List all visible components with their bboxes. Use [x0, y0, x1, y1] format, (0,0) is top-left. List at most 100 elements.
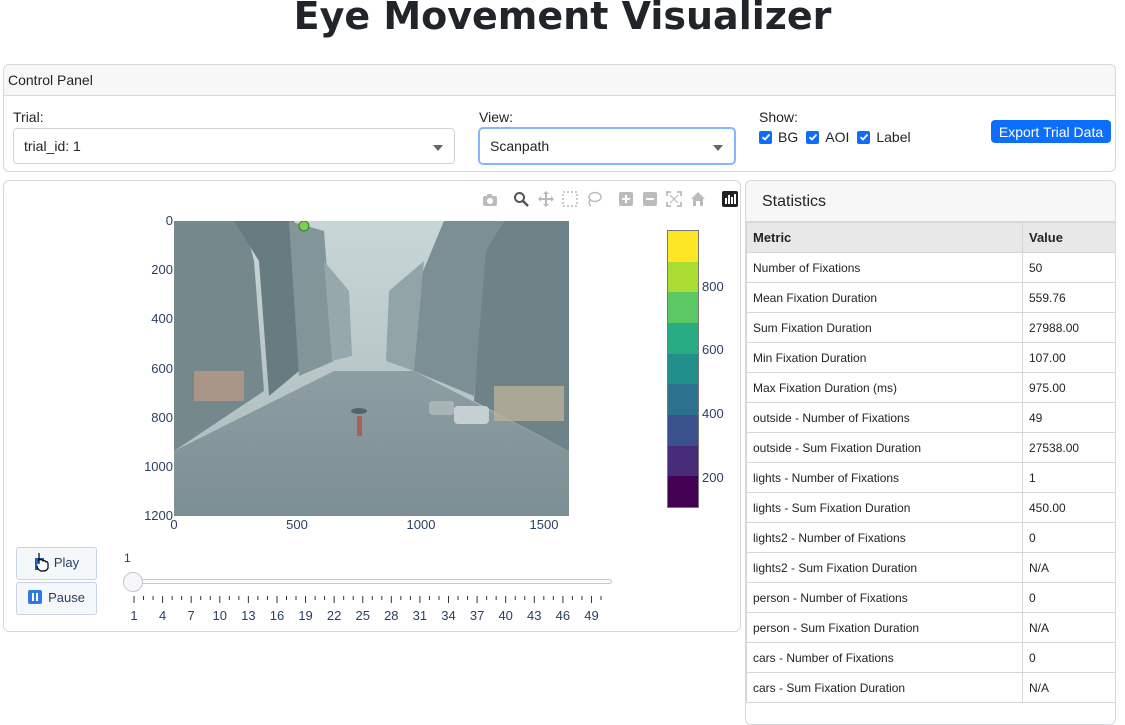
- pause-label: Pause: [48, 589, 85, 605]
- slider-step-label[interactable]: 1: [119, 608, 149, 623]
- frame-slider-handle[interactable]: [123, 572, 143, 592]
- metric-cell: outside - Sum Fixation Duration: [746, 432, 1023, 463]
- colorbar-tick: 600: [702, 342, 724, 357]
- colorbar-band: [668, 261, 698, 293]
- hand-pointer-icon: [34, 553, 49, 572]
- slider-step-label[interactable]: 19: [291, 608, 321, 623]
- slider-step-label[interactable]: 43: [519, 608, 549, 623]
- camera-icon[interactable]: [482, 192, 498, 208]
- checkmark-icon: [859, 133, 869, 141]
- zoom-out-icon[interactable]: [642, 191, 658, 207]
- slider-step-label[interactable]: 31: [405, 608, 435, 623]
- metric-cell: Sum Fixation Duration: [746, 312, 1023, 343]
- slider-step-label[interactable]: 40: [491, 608, 521, 623]
- play-button[interactable]: Play: [16, 547, 97, 580]
- slider-step-label[interactable]: 16: [262, 608, 292, 623]
- view-select[interactable]: Scanpath: [479, 128, 735, 164]
- aoi-checkbox-label: AOI: [825, 129, 850, 145]
- value-cell: 559.76: [1022, 282, 1115, 313]
- value-cell: N/A: [1022, 552, 1115, 583]
- table-row: Number of Fixations 50: [746, 252, 1115, 283]
- checkmark-icon: [808, 133, 817, 141]
- trial-select[interactable]: trial_id: 1: [13, 128, 455, 164]
- column-header-metric[interactable]: Metric: [746, 222, 1023, 253]
- chevron-down-icon: [433, 145, 443, 151]
- label-checkbox-label: Label: [876, 129, 911, 145]
- view-select-value: Scanpath: [490, 138, 550, 154]
- metric-cell: lights2 - Sum Fixation Duration: [746, 552, 1023, 583]
- slider-step-label[interactable]: 22: [319, 608, 349, 623]
- box-select-icon[interactable]: [562, 191, 578, 207]
- statistics-panel: Statistics Metric Value Number of Fixati…: [745, 180, 1116, 725]
- fixation-marker[interactable]: [298, 221, 310, 232]
- export-trial-data-button[interactable]: Export Trial Data: [991, 120, 1111, 143]
- colorbar-band: [668, 445, 698, 477]
- colorbar-band: [668, 414, 698, 446]
- checkmark-icon: [761, 133, 770, 141]
- x-tick: 500: [286, 517, 308, 532]
- pan-icon[interactable]: [538, 191, 554, 207]
- value-cell: 50: [1022, 252, 1115, 283]
- page-title: Eye Movement Visualizer: [293, 0, 832, 38]
- metric-cell: cars - Sum Fixation Duration: [746, 672, 1023, 703]
- colorbar-band: [668, 353, 698, 385]
- table-row: person - Number of Fixations 0: [746, 582, 1115, 613]
- bg-checkbox[interactable]: [759, 130, 772, 144]
- slider-step-label[interactable]: 25: [348, 608, 378, 623]
- label-checkbox[interactable]: [857, 130, 871, 144]
- table-row: outside - Sum Fixation Duration 27538.00: [746, 432, 1115, 463]
- zoom-icon[interactable]: [513, 191, 529, 207]
- x-tick: 0: [170, 517, 178, 532]
- statistics-title: Statistics: [746, 181, 1115, 222]
- aoi-checkbox[interactable]: [806, 130, 820, 144]
- metric-cell: lights - Sum Fixation Duration: [746, 492, 1023, 523]
- table-row: lights2 - Number of Fixations 0: [746, 522, 1115, 553]
- slider-step-label[interactable]: 10: [205, 608, 235, 623]
- metric-cell: Min Fixation Duration: [746, 342, 1023, 373]
- colorbar-band: [668, 322, 698, 354]
- colorbar: [667, 230, 699, 508]
- table-row: lights - Sum Fixation Duration 450.00: [746, 492, 1115, 523]
- statistics-table: Metric Value Number of Fixations 50 Mean F…: [746, 222, 1115, 703]
- background-street-image[interactable]: [174, 221, 569, 516]
- reset-icon[interactable]: [690, 191, 706, 207]
- value-cell: 49: [1022, 402, 1115, 433]
- slider-step-label[interactable]: 49: [576, 608, 606, 623]
- y-tick: 800: [151, 410, 173, 425]
- value-cell: 975.00: [1022, 372, 1115, 403]
- x-tick: 1000: [406, 517, 436, 532]
- value-cell: 1: [1022, 462, 1115, 493]
- slider-step-label[interactable]: 37: [462, 608, 492, 623]
- plotly-logo-icon[interactable]: [722, 191, 738, 207]
- bg-checkbox-label: BG: [778, 129, 799, 145]
- table-row: Min Fixation Duration 107.00: [746, 342, 1115, 373]
- table-row: Max Fixation Duration (ms) 975.00: [746, 372, 1115, 403]
- metric-cell: cars - Number of Fixations: [746, 642, 1023, 673]
- slider-step-label[interactable]: 34: [434, 608, 464, 623]
- colorbar-band: [668, 231, 698, 262]
- value-cell: 450.00: [1022, 492, 1115, 523]
- show-options: BG AOI Label: [759, 129, 919, 145]
- autoscale-icon[interactable]: [666, 191, 682, 207]
- slider-step-label[interactable]: 46: [548, 608, 578, 623]
- value-cell: 107.00: [1022, 342, 1115, 373]
- lasso-icon[interactable]: [586, 191, 602, 207]
- show-label: Show:: [759, 109, 798, 125]
- column-header-value[interactable]: Value: [1022, 222, 1115, 253]
- frame-slider-track[interactable]: [128, 579, 612, 584]
- table-row: Sum Fixation Duration 27988.00: [746, 312, 1115, 343]
- metric-cell: Number of Fixations: [746, 252, 1023, 283]
- control-panel: Control Panel Trial: trial_id: 1 View: S…: [3, 64, 1116, 172]
- slider-step-label[interactable]: 13: [233, 608, 263, 623]
- value-cell: 0: [1022, 642, 1115, 673]
- pause-button[interactable]: Pause: [16, 582, 97, 615]
- slider-step-label[interactable]: 4: [148, 608, 178, 623]
- y-tick: 200: [151, 262, 173, 277]
- metric-cell: outside - Number of Fixations: [746, 402, 1023, 433]
- play-label: Play: [53, 554, 80, 570]
- slider-step-label[interactable]: 28: [376, 608, 406, 623]
- zoom-in-icon[interactable]: [618, 191, 634, 207]
- slider-step-label[interactable]: 7: [176, 608, 206, 623]
- colorbar-tick: 800: [702, 279, 724, 294]
- colorbar-band: [668, 292, 698, 323]
